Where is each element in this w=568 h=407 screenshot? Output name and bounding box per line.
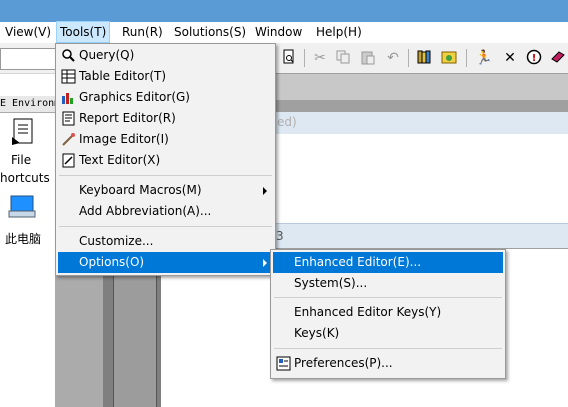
tools-menu: Query(Q) Table Editor(T) Graphics Editor… [55, 43, 276, 276]
menu-separator [59, 226, 272, 227]
run-icon[interactable]: 🏃 [475, 49, 493, 67]
second-window-titlebar: 3 [275, 223, 568, 248]
undo-icon[interactable]: ↶ [384, 49, 402, 67]
menu-item-report-editor[interactable]: Report Editor(R) [58, 108, 273, 129]
menu-separator [274, 297, 502, 298]
menu-run[interactable]: Run(R) [119, 22, 166, 43]
file-shortcuts-label-2: hortcuts [0, 171, 50, 185]
menu-item-graphics-editor[interactable]: Graphics Editor(G) [58, 87, 273, 108]
file-shortcuts-icon[interactable] [8, 117, 36, 147]
toolbar-combo[interactable] [0, 48, 57, 70]
menu-view[interactable]: View(V) [2, 22, 54, 43]
environment-label: E Environm [0, 98, 55, 109]
tab-fragment-text: 3 [276, 229, 284, 243]
menu-bar: View(V) Tools(T) Run(R) Solutions(S) Win… [0, 21, 568, 43]
text-editor-icon [61, 153, 76, 168]
graphics-editor-icon [61, 90, 76, 105]
menu-item-label: Add Abbreviation(A)... [79, 204, 212, 218]
menu-item-label: Keyboard Macros(M) [79, 183, 202, 197]
menu-item-enhanced-editor-keys[interactable]: Enhanced Editor Keys(Y) [273, 302, 503, 323]
menu-solutions[interactable]: Solutions(S) [171, 22, 249, 43]
menu-item-label: Preferences(P)... [294, 356, 393, 370]
menu-item-label: Options(O) [79, 255, 145, 269]
menu-item-image-editor[interactable]: Image Editor(I) [58, 129, 273, 150]
menu-window[interactable]: Window [252, 22, 305, 43]
menu-item-query[interactable]: Query(Q) [58, 45, 273, 66]
menu-item-keys[interactable]: Keys(K) [273, 323, 503, 344]
library-icon[interactable] [416, 49, 434, 67]
this-pc-label: 此电脑 [5, 232, 42, 246]
menu-item-label: Keys(K) [294, 326, 340, 340]
menu-item-label: Report Editor(R) [79, 111, 176, 125]
menu-item-label: Graphics Editor(G) [79, 90, 190, 104]
menu-item-customize[interactable]: Customize... [58, 231, 273, 252]
menu-item-label: Enhanced Editor Keys(Y) [294, 305, 442, 319]
menu-item-enhanced-editor[interactable]: Enhanced Editor(E)... [273, 252, 503, 273]
cut-icon[interactable]: ✂ [311, 49, 329, 67]
menu-item-preferences[interactable]: Preferences(P)... [273, 353, 503, 374]
image-editor-icon [61, 132, 76, 147]
svg-text:!: ! [532, 53, 537, 64]
menu-separator [274, 348, 502, 349]
background-window-body [275, 134, 568, 223]
options-submenu: Enhanced Editor(E)... System(S)... Enhan… [270, 249, 506, 379]
preferences-icon [276, 356, 291, 371]
menu-item-label: Customize... [79, 234, 154, 248]
faded-title-text: ed) [277, 115, 297, 129]
background-window-header [275, 74, 568, 100]
table-editor-icon [61, 69, 76, 84]
report-editor-icon [61, 111, 76, 126]
help-icon[interactable]: ! [526, 49, 544, 67]
menu-tools[interactable]: Tools(T) [56, 21, 111, 43]
menu-item-label: Text Editor(X) [79, 153, 161, 167]
menu-item-label: Table Editor(T) [79, 69, 167, 83]
menu-item-label: Enhanced Editor(E)... [294, 255, 422, 269]
print-preview-icon[interactable] [281, 49, 299, 67]
menu-item-label: System(S)... [294, 276, 368, 290]
break-icon[interactable]: ✕ [501, 49, 519, 67]
file-shortcuts-label: File [11, 153, 32, 167]
menu-item-keyboard-macros[interactable]: Keyboard Macros(M) [58, 180, 273, 201]
environment-header: E Environm [0, 96, 55, 113]
paste-icon[interactable] [360, 49, 378, 67]
menu-item-label: Query(Q) [79, 48, 135, 62]
menu-item-label: Image Editor(I) [79, 132, 169, 146]
menu-item-system[interactable]: System(S)... [273, 273, 503, 294]
query-icon [61, 48, 76, 63]
menu-item-add-abbreviation[interactable]: Add Abbreviation(A)... [58, 201, 273, 222]
background-window-titlebar: ed) [275, 112, 568, 135]
book-icon[interactable] [550, 49, 568, 67]
submenu-arrow-icon [263, 187, 267, 195]
menu-help[interactable]: Help(H) [313, 22, 365, 43]
explorer-icon[interactable] [441, 49, 459, 67]
menu-item-table-editor[interactable]: Table Editor(T) [58, 66, 273, 87]
this-pc-icon[interactable] [8, 193, 36, 221]
submenu-arrow-icon [263, 259, 267, 267]
title-bar [0, 0, 568, 22]
menu-separator [59, 175, 272, 176]
menu-item-text-editor[interactable]: Text Editor(X) [58, 150, 273, 171]
menu-item-options[interactable]: Options(O) [58, 252, 273, 273]
copy-icon[interactable] [335, 49, 353, 67]
